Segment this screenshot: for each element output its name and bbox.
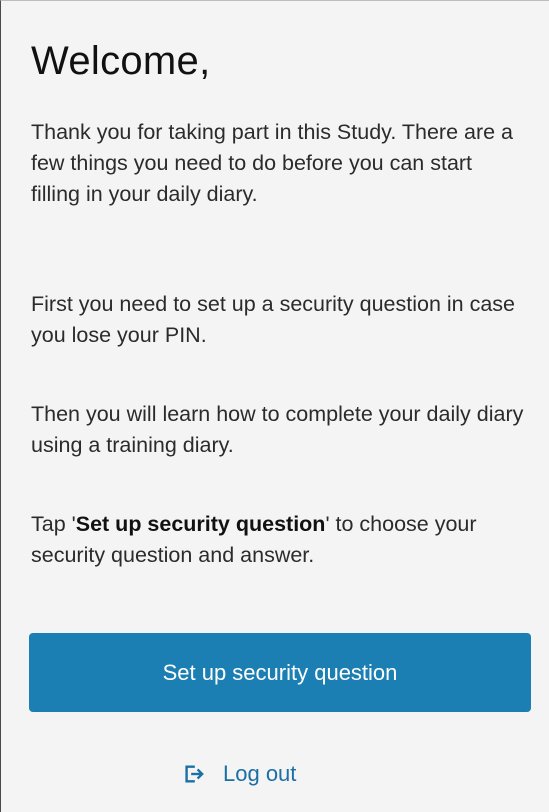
instruction-prefix: Tap '	[31, 512, 76, 536]
logout-icon	[181, 762, 205, 786]
log-out-link[interactable]: Log out	[181, 757, 296, 791]
welcome-screen: Welcome, Thank you for taking part in th…	[0, 0, 549, 812]
instruction-paragraph: Tap 'Set up security question' to choose…	[31, 509, 526, 571]
intro-paragraph: Thank you for taking part in this Study.…	[31, 120, 514, 206]
training-diary-paragraph: Then you will learn how to complete your…	[31, 402, 524, 457]
page-title: Welcome,	[31, 39, 211, 83]
set-up-security-question-button[interactable]: Set up security question	[29, 633, 531, 712]
log-out-label: Log out	[223, 761, 297, 786]
instruction-bold-label: Set up security question	[75, 512, 326, 536]
security-question-paragraph: First you need to set up a security ques…	[31, 292, 516, 347]
